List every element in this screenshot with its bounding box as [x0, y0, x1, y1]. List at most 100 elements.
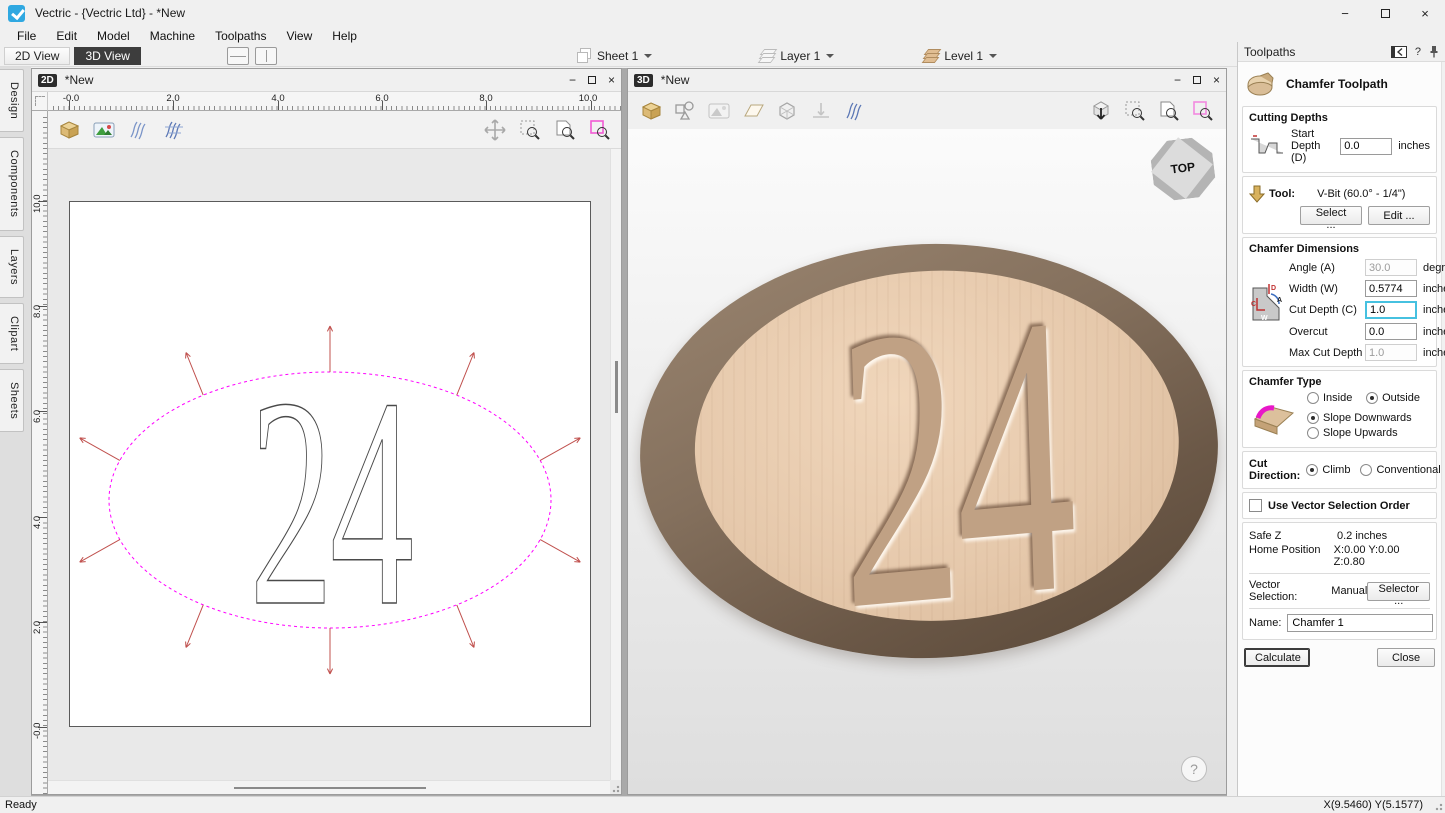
zoom-box-icon[interactable]: [1122, 98, 1148, 124]
3d-viewport[interactable]: 24 TOP ?: [628, 129, 1226, 794]
close-button[interactable]: ×: [1405, 0, 1445, 26]
wireframe-cube-icon[interactable]: [774, 98, 800, 124]
drill-origin-icon[interactable]: [808, 98, 834, 124]
layer-selector[interactable]: Layer 1: [760, 48, 834, 64]
menu-help[interactable]: Help: [323, 27, 366, 45]
3d-window-titlebar[interactable]: 3D *New − ×: [628, 69, 1226, 92]
close-panel-button[interactable]: Close: [1377, 648, 1435, 667]
toolpaths-panel: Toolpaths ? Chamfer Toolpath Cutting Dep…: [1237, 42, 1445, 796]
vector-order-group: Use Vector Selection Order: [1242, 492, 1437, 519]
2d-vertical-scrollbar[interactable]: [610, 149, 621, 780]
view-3d-button[interactable]: 3D View: [74, 47, 140, 65]
sidebar-tabstrip: Design Components Layers Clipart Sheets: [0, 67, 31, 796]
design-number-text[interactable]: 24: [249, 352, 410, 652]
slope-downwards-label: Slope Downwards: [1323, 412, 1412, 424]
2d-horizontal-scrollbar[interactable]: [48, 780, 610, 794]
chamfer-type-icon: [1251, 397, 1295, 437]
sidebar-tab-layers[interactable]: Layers: [0, 236, 24, 298]
scrollbar-thumb[interactable]: [615, 361, 618, 413]
width-input[interactable]: [1365, 280, 1417, 297]
background-image-icon[interactable]: [91, 117, 117, 143]
menu-model[interactable]: Model: [88, 27, 139, 45]
slope-downwards-radio[interactable]: [1307, 412, 1319, 424]
selector-button[interactable]: Selector ...: [1367, 582, 1430, 601]
menu-file[interactable]: File: [8, 27, 45, 45]
sidebar-tab-clipart[interactable]: Clipart: [0, 303, 24, 364]
image-disabled-icon[interactable]: [706, 98, 732, 124]
menu-machine[interactable]: Machine: [141, 27, 204, 45]
ruler-label: 8.0: [32, 305, 43, 318]
material-block-icon[interactable]: [56, 117, 82, 143]
view-2d-button[interactable]: 2D View: [4, 47, 70, 65]
toolpath-preview-icon[interactable]: [126, 117, 152, 143]
toolpath-preview-icon[interactable]: [842, 98, 868, 124]
toolpath-name-input[interactable]: [1287, 614, 1433, 632]
sidebar-tab-components[interactable]: Components: [0, 137, 24, 230]
carved-number-text: 24: [834, 253, 1077, 673]
cut-depth-input[interactable]: [1365, 301, 1417, 319]
material-block-icon[interactable]: [638, 98, 664, 124]
split-vertical-icon[interactable]: [255, 47, 277, 65]
menu-edit[interactable]: Edit: [47, 27, 86, 45]
view-orientation-cube[interactable]: TOP: [1146, 133, 1219, 205]
menu-view[interactable]: View: [277, 27, 321, 45]
zoom-selection-icon[interactable]: [1190, 98, 1216, 124]
draw-vectors-icon[interactable]: [672, 98, 698, 124]
zoom-box-icon[interactable]: [517, 117, 543, 143]
zoom-fit-icon[interactable]: [552, 117, 578, 143]
2d-canvas-area[interactable]: 24: [48, 111, 621, 794]
slope-upwards-radio[interactable]: [1307, 427, 1319, 439]
sidebar-tab-sheets[interactable]: Sheets: [0, 369, 24, 432]
scrollbar-thumb[interactable]: [234, 787, 426, 789]
2d-window-titlebar[interactable]: 2D *New − ×: [32, 69, 621, 92]
zoom-fit-icon[interactable]: [1156, 98, 1182, 124]
vector-order-checkbox[interactable]: [1249, 499, 1262, 512]
toolpath-drawing-icon[interactable]: [161, 117, 187, 143]
panel-help-icon[interactable]: ?: [1415, 46, 1421, 58]
viewport-help-button[interactable]: ?: [1181, 756, 1207, 782]
climb-radio[interactable]: [1306, 464, 1318, 476]
panel-scrollbar[interactable]: [1441, 62, 1445, 796]
zoom-selection-icon[interactable]: [587, 117, 613, 143]
ruler-label: 2.0: [166, 93, 179, 104]
outside-radio[interactable]: [1366, 392, 1378, 404]
3d-maximize-button[interactable]: [1193, 76, 1201, 84]
3d-minimize-button[interactable]: −: [1174, 73, 1181, 87]
max-cut-depth-input: [1365, 344, 1417, 361]
sheet-selector[interactable]: Sheet 1: [577, 48, 652, 64]
mdi-workspace: 2D *New − × -0.0 2.0 4.0 6.0 8.0 10.0 10…: [31, 68, 1227, 796]
inside-label: Inside: [1323, 392, 1356, 404]
menu-toolpaths[interactable]: Toolpaths: [206, 27, 275, 45]
2d-close-button[interactable]: ×: [608, 73, 615, 87]
chamfer-dimensions-heading: Chamfer Dimensions: [1249, 243, 1430, 255]
name-label: Name:: [1249, 617, 1281, 629]
split-horizontal-icon[interactable]: [227, 47, 249, 65]
calculate-button[interactable]: Calculate: [1244, 648, 1310, 667]
minimize-button[interactable]: −: [1325, 0, 1365, 26]
angle-input: [1365, 259, 1417, 276]
start-depth-input[interactable]: [1340, 138, 1392, 155]
3d-close-button[interactable]: ×: [1213, 73, 1220, 87]
2d-minimize-button[interactable]: −: [569, 73, 576, 87]
chamfer-toolpath-icon: [1246, 71, 1276, 97]
sidebar-tab-design[interactable]: Design: [0, 69, 24, 132]
window-resize-grip[interactable]: [1432, 800, 1443, 811]
overcut-input[interactable]: [1365, 323, 1417, 340]
pan-icon[interactable]: [482, 117, 508, 143]
tool-select-button[interactable]: Select ...: [1300, 206, 1362, 225]
material-plane-icon[interactable]: [740, 98, 766, 124]
resize-grip-icon[interactable]: [610, 783, 620, 793]
toolpaths-panel-header: Toolpaths ?: [1238, 42, 1445, 62]
level-selector[interactable]: Level 1: [924, 48, 997, 64]
2d-maximize-button[interactable]: [588, 76, 596, 84]
set-view-down-icon[interactable]: [1088, 98, 1114, 124]
window-title: Vectric - {Vectric Ltd} - *New: [35, 6, 185, 20]
pin-panel-icon[interactable]: [1429, 45, 1439, 58]
tool-edit-button[interactable]: Edit ...: [1368, 206, 1430, 225]
maximize-button[interactable]: [1365, 0, 1405, 26]
conventional-radio[interactable]: [1360, 464, 1372, 476]
inside-radio[interactable]: [1307, 392, 1319, 404]
dock-panel-icon[interactable]: [1391, 46, 1407, 58]
ruler-label: 4.0: [271, 93, 284, 104]
vectric-app: Vectric - {Vectric Ltd} - *New − × File …: [0, 0, 1445, 813]
